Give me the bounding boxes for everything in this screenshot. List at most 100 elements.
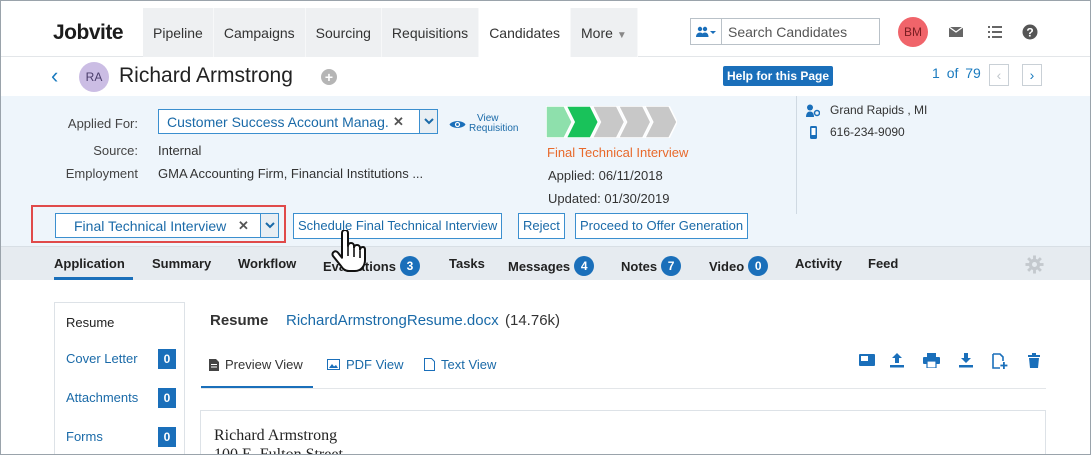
clear-icon[interactable]: ✕ bbox=[393, 114, 404, 130]
file-icon bbox=[424, 358, 435, 371]
next-page-button[interactable]: › bbox=[1022, 64, 1042, 86]
tab-application[interactable]: Application bbox=[54, 256, 125, 271]
search-type-picker[interactable] bbox=[691, 19, 722, 44]
proceed-offer-button[interactable]: Proceed to Offer Generation bbox=[575, 213, 749, 239]
applied-for-value: Customer Success Account Manag... bbox=[167, 113, 389, 130]
phone-text: 616-234-9090 bbox=[830, 125, 905, 139]
count-badge: 0 bbox=[158, 426, 176, 447]
tab-feed[interactable]: Feed bbox=[868, 256, 898, 271]
document-nav: Resume Cover Letter 0 Attachments 0 Forms 0 bbox=[54, 302, 185, 454]
employment-value: GMA Accounting Firm, Financial Instituti… bbox=[158, 166, 424, 181]
image-icon bbox=[327, 359, 340, 370]
count-badge: 0 bbox=[158, 348, 176, 369]
dropdown-chevron-icon[interactable] bbox=[260, 214, 278, 237]
help-page-button[interactable]: Help for this Page bbox=[723, 66, 833, 86]
tab-notes[interactable]: Notes 7 bbox=[621, 256, 682, 276]
upload-icon[interactable] bbox=[890, 353, 904, 373]
tab-label: Messages bbox=[508, 258, 571, 274]
view-req-line2: Requisition bbox=[469, 123, 519, 134]
app-frame: Jobvite Pipeline Campaigns Sourcing Requ… bbox=[0, 0, 1091, 455]
updated-date: Updated: 01/30/2019 bbox=[548, 191, 670, 206]
nav-campaigns[interactable]: Campaigns bbox=[213, 8, 306, 57]
stage-name: Final Technical Interview bbox=[547, 145, 689, 160]
count-badge: 3 bbox=[399, 256, 420, 276]
tab-label: Workflow bbox=[238, 256, 297, 271]
candidate-name: Richard Armstrong bbox=[119, 64, 293, 87]
view-tabs-divider bbox=[201, 388, 1046, 389]
tab-summary[interactable]: Summary bbox=[152, 256, 211, 271]
employment-label: Employment bbox=[65, 166, 138, 181]
applied-for-select[interactable]: Customer Success Account Manag... ✕ bbox=[158, 109, 438, 134]
dropdown-chevron-icon[interactable] bbox=[419, 110, 437, 133]
back-chevron-icon[interactable]: ‹ bbox=[51, 63, 58, 89]
candidate-tabs: Application Summary Workflow Evaluations… bbox=[1, 246, 1090, 280]
tab-video[interactable]: Video 0 bbox=[709, 256, 769, 276]
active-tab-indicator bbox=[54, 277, 133, 280]
nav-forms[interactable]: Forms 0 bbox=[66, 426, 176, 447]
nav-attachments[interactable]: Attachments 0 bbox=[66, 387, 176, 408]
applied-for-label: Applied For: bbox=[67, 116, 138, 131]
user-avatar[interactable]: BM bbox=[898, 17, 928, 47]
search-input[interactable] bbox=[722, 23, 872, 40]
clear-icon[interactable]: ✕ bbox=[238, 218, 249, 234]
fullscreen-icon[interactable] bbox=[859, 353, 875, 372]
nav-candidates[interactable]: Candidates bbox=[479, 8, 572, 57]
source-label: Source: bbox=[93, 143, 138, 158]
tab-label: Feed bbox=[868, 256, 899, 271]
nav-label: Cover Letter bbox=[66, 351, 138, 366]
tab-tasks[interactable]: Tasks bbox=[449, 256, 485, 271]
hand-cursor-icon bbox=[331, 229, 367, 279]
stage-select[interactable]: Final Technical Interview ✕ bbox=[55, 213, 279, 238]
tab-label: Summary bbox=[152, 256, 212, 271]
svg-text:?: ? bbox=[1026, 26, 1033, 40]
prev-page-button[interactable]: ‹ bbox=[989, 64, 1009, 86]
resume-line-address: 100 E. Fulton Street bbox=[214, 446, 343, 455]
nav-cover-letter[interactable]: Cover Letter 0 bbox=[66, 348, 176, 369]
tab-label: Tasks bbox=[449, 256, 485, 271]
resume-line-name: Richard Armstrong bbox=[214, 427, 338, 444]
top-nav: Jobvite Pipeline Campaigns Sourcing Requ… bbox=[1, 1, 1090, 57]
download-icon[interactable] bbox=[959, 353, 973, 373]
candidate-header: ‹ RA Richard Armstrong + Help for this P… bbox=[1, 58, 1090, 96]
tab-label: Notes bbox=[621, 258, 658, 274]
nav-sourcing[interactable]: Sourcing bbox=[305, 8, 382, 57]
help-icon[interactable]: ? bbox=[1021, 23, 1039, 41]
nav-more[interactable]: More ▼ bbox=[571, 8, 638, 57]
gear-icon[interactable] bbox=[1025, 255, 1044, 279]
add-document-icon[interactable] bbox=[992, 353, 1008, 374]
reject-button[interactable]: Reject bbox=[518, 213, 565, 239]
tab-messages[interactable]: Messages 4 bbox=[508, 256, 595, 276]
tab-text-view[interactable]: Text View bbox=[424, 357, 496, 372]
resume-file-size: (14.76k) bbox=[505, 312, 561, 329]
stage-select-value: Final Technical Interview bbox=[74, 217, 227, 234]
mail-icon[interactable] bbox=[947, 23, 965, 41]
trash-icon[interactable] bbox=[1028, 353, 1040, 373]
resume-file-link[interactable]: RichardArmstrongResume.docx bbox=[286, 312, 499, 329]
tab-pdf-view[interactable]: PDF View bbox=[327, 357, 404, 372]
jobvite-logo[interactable]: Jobvite bbox=[53, 21, 124, 45]
task-list-icon[interactable] bbox=[986, 23, 1004, 41]
view-requisition-link[interactable]: View Requisition bbox=[449, 114, 518, 134]
view-tab-label: Preview View bbox=[225, 357, 303, 372]
stage-progress bbox=[546, 106, 677, 138]
tab-workflow[interactable]: Workflow bbox=[238, 256, 296, 271]
view-tab-label: Text View bbox=[441, 357, 497, 372]
print-icon[interactable] bbox=[923, 353, 940, 373]
eye-icon bbox=[449, 120, 466, 128]
tab-activity[interactable]: Activity bbox=[795, 256, 842, 271]
tab-preview-view[interactable]: Preview View bbox=[209, 357, 303, 372]
nav-requisitions[interactable]: Requisitions bbox=[381, 8, 480, 57]
resume-label: Resume bbox=[210, 312, 269, 329]
candidate-info-panel: Applied For: Customer Success Account Ma… bbox=[1, 96, 1090, 246]
stage-progress-chevrons bbox=[546, 106, 677, 138]
count-badge: 0 bbox=[158, 387, 176, 408]
nav-pipeline[interactable]: Pipeline bbox=[143, 8, 214, 57]
add-icon[interactable]: + bbox=[321, 69, 337, 85]
schedule-interview-button[interactable]: Schedule Final Technical Interview bbox=[293, 213, 503, 239]
location-icon bbox=[806, 104, 820, 117]
nav-resume[interactable]: Resume bbox=[66, 315, 176, 330]
source-value: Internal bbox=[158, 143, 202, 158]
people-icon bbox=[696, 26, 716, 37]
count-badge: 0 bbox=[748, 256, 769, 276]
phone-icon bbox=[810, 125, 817, 139]
